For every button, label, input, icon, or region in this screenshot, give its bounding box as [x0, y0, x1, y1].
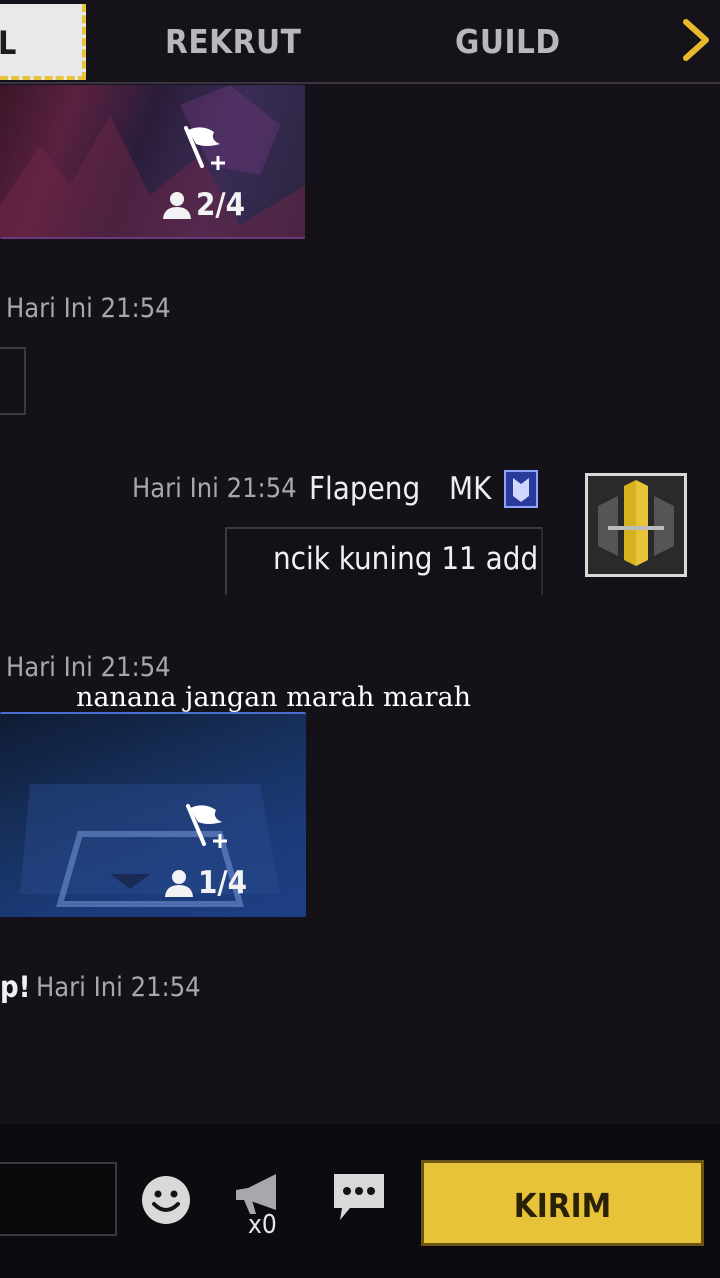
send-button[interactable]: KIRIM [421, 1160, 704, 1246]
flag-add-icon [184, 126, 225, 170]
tab-active-label: L [0, 24, 17, 62]
guild-badge-icon [504, 470, 538, 508]
message-bubble [0, 347, 26, 415]
quick-chat-icon[interactable] [332, 1172, 386, 1224]
tab-bar [0, 0, 720, 84]
slot-count: 1/4 [198, 865, 247, 901]
message-text: p! [0, 970, 31, 1004]
room-card[interactable] [0, 712, 306, 917]
chat-input[interactable] [0, 1162, 117, 1236]
person-icon [165, 870, 193, 897]
flag-add-icon [186, 804, 227, 848]
avatar-emblem-icon [588, 476, 684, 574]
tab-rekrut[interactable]: REKRUT [165, 22, 301, 61]
card-background-art [20, 784, 280, 907]
tab-guild[interactable]: GUILD [455, 22, 561, 61]
message-timestamp: Hari Ini 21:54 [6, 293, 171, 324]
card-background-art [0, 85, 305, 237]
slot-count: 2/4 [196, 187, 245, 223]
megaphone-count: x0 [248, 1210, 277, 1240]
video-caption: nanana jangan marah marah [76, 682, 472, 713]
send-button-label: KIRIM [513, 1186, 612, 1225]
person-icon [163, 192, 191, 219]
message-timestamp: Hari Ini 21:54 [6, 652, 171, 683]
guild-tag: MK [449, 471, 492, 507]
emoji-icon[interactable] [140, 1174, 192, 1226]
room-card[interactable] [0, 85, 305, 239]
avatar[interactable] [585, 473, 687, 577]
message-text: ncik kuning 11 add [273, 541, 539, 577]
message-timestamp: Hari Ini 21:54 [36, 972, 201, 1003]
message-timestamp: Hari Ini 21:54 [132, 473, 297, 504]
tab-active[interactable]: L [0, 4, 86, 80]
sender-name[interactable]: Flapeng [309, 471, 420, 507]
chevron-right-icon[interactable] [678, 18, 712, 62]
